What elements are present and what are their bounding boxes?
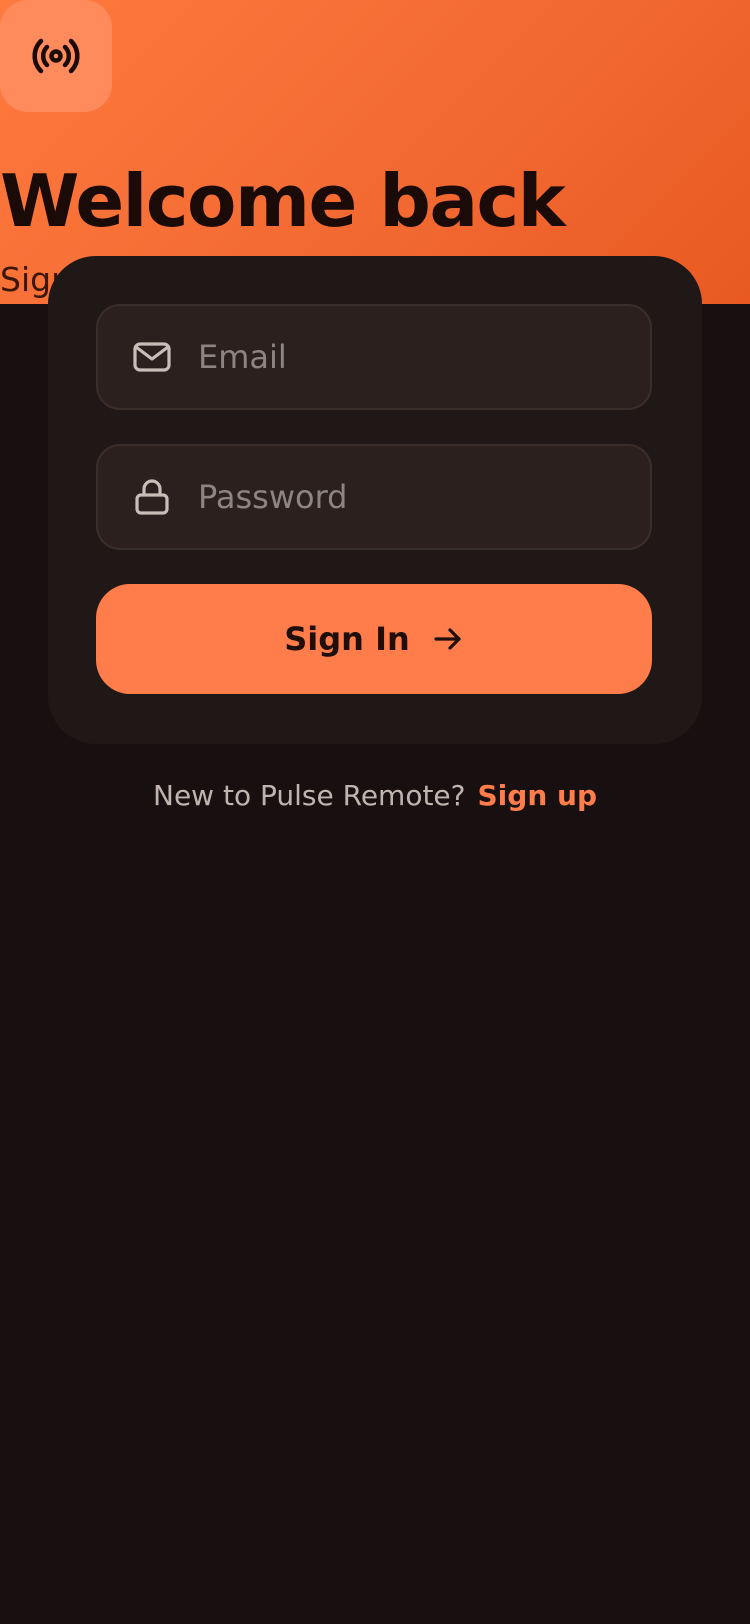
app-logo bbox=[0, 0, 112, 112]
page-title: Welcome back bbox=[0, 159, 566, 243]
sign-in-button[interactable]: Sign In bbox=[96, 584, 652, 694]
password-input[interactable] bbox=[198, 467, 626, 527]
login-screen: Welcome back Sign Sign In bbox=[0, 0, 750, 1624]
signup-prompt-text: New to Pulse Remote? bbox=[153, 779, 466, 812]
lock-icon bbox=[132, 477, 172, 517]
login-card: Sign In bbox=[48, 256, 702, 744]
sign-in-label: Sign In bbox=[284, 620, 410, 658]
email-input[interactable] bbox=[198, 327, 626, 387]
signup-prompt-row: New to Pulse Remote? Sign up bbox=[0, 774, 750, 818]
password-field[interactable] bbox=[96, 444, 652, 550]
email-field[interactable] bbox=[96, 304, 652, 410]
sign-up-link[interactable]: Sign up bbox=[478, 774, 597, 818]
envelope-icon bbox=[132, 337, 172, 377]
arrow-right-icon bbox=[432, 623, 464, 655]
broadcast-signal-icon bbox=[32, 38, 80, 74]
